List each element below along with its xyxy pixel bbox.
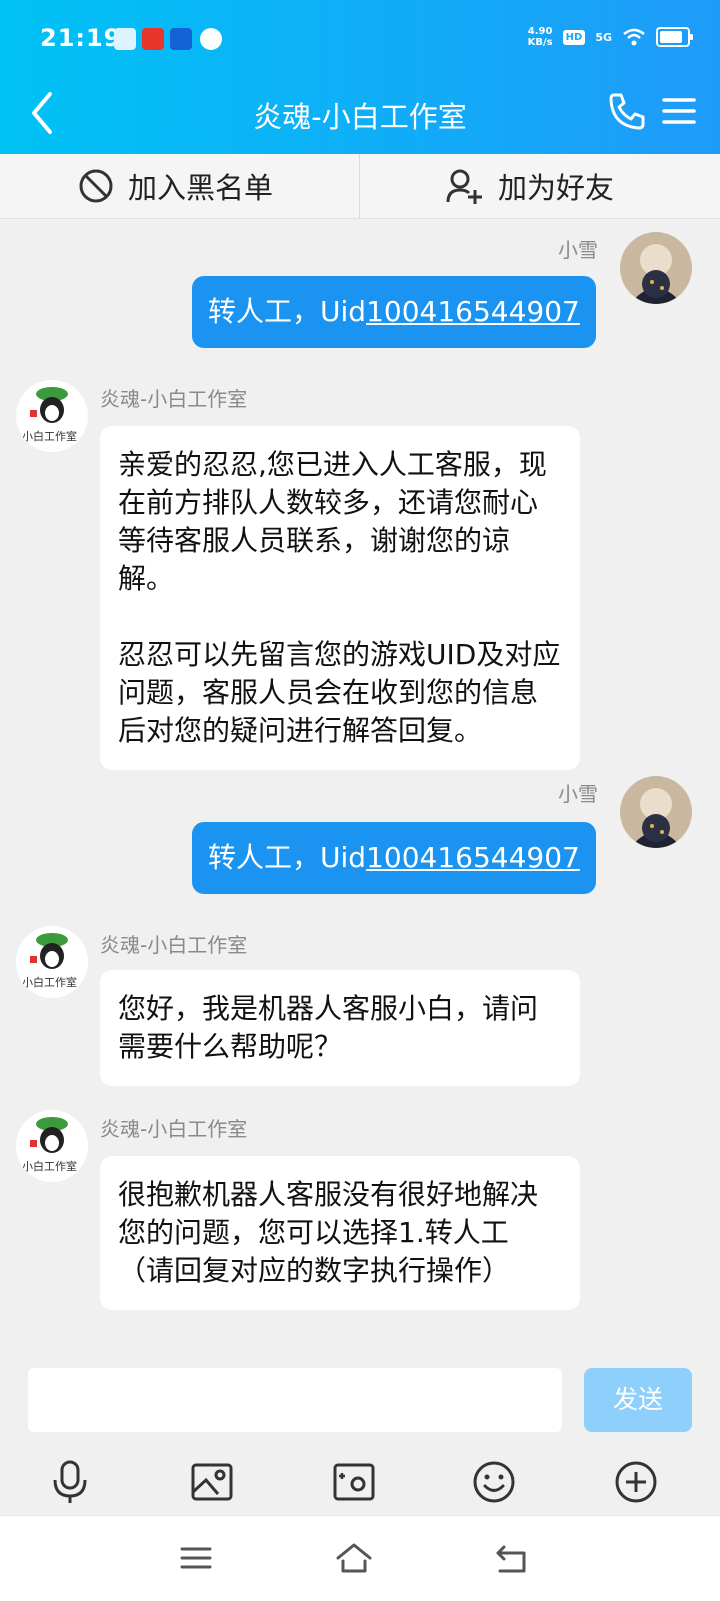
emoji-icon[interactable] [470,1458,518,1506]
message-sender-name: 炎魂-小白工作室 [100,1117,248,1141]
avatar-caption: 小白工作室 [22,1160,77,1173]
notification-icon-app2 [142,28,164,50]
message-text: 转人工，Uid [208,841,367,874]
message-paragraph: 您好，我是机器人客服小白，请问需要什么帮助呢？ [118,992,539,1063]
app-header: 21:19 4.90 KB/s HD 5G 炎魂-小白工作室 [0,0,720,154]
action-divider [359,154,360,218]
notification-icon-chat [200,28,222,50]
add-to-blacklist-button[interactable]: 加入黑名单 [78,154,273,218]
notification-icon-app1 [114,28,136,50]
uid-link[interactable]: 100416544907 [366,841,580,874]
message-paragraph: 忍忍可以先留言您的游戏UID及对应问题，客服人员会在收到您的信息后对您的疑问进行… [118,638,561,747]
avatar-studio[interactable]: 小白工作室 [16,926,88,998]
signal-5g: 5G [595,30,612,44]
add-user-icon [446,169,482,204]
avatar-self[interactable] [620,776,692,848]
nav-bar: 炎魂-小白工作室 [0,78,720,154]
uid-link[interactable]: 100416544907 [366,295,580,328]
battery-icon [656,27,693,47]
action-bar: 加入黑名单 加为好友 [0,154,720,219]
avatar-caption: 小白工作室 [22,976,77,989]
notification-icon-app3 [170,28,192,50]
system-nav-bar [0,1515,720,1601]
message-bubble-studio: 您好，我是机器人客服小白，请问需要什么帮助呢？ [100,970,580,1086]
send-button[interactable]: 发送 [584,1368,692,1432]
message-sender-name: 小雪 [558,238,598,262]
add-friend-label: 加为好友 [498,171,615,205]
status-bar: 21:19 4.90 KB/s HD 5G [0,0,720,78]
camera-icon[interactable] [330,1458,378,1506]
back-icon[interactable] [492,1538,532,1578]
message-sender-name: 炎魂-小白工作室 [100,933,248,957]
message-paragraph: 亲爱的忍忍,您已进入人工客服，现在前方排队人数较多，还请您耐心等待客服人员联系，… [118,448,547,595]
avatar-caption: 小白工作室 [22,430,77,443]
message-paragraph: 很抱歉机器人客服没有很好地解决您的问题，您可以选择1.转人工（请回复对应的数字执… [118,1178,539,1287]
message-bubble-self: 转人工，Uid100416544907 [192,276,596,348]
menu-icon[interactable] [660,92,698,130]
block-icon [79,169,113,203]
image-icon[interactable] [188,1458,236,1506]
message-bubble-studio: 很抱歉机器人客服没有很好地解决您的问题，您可以选择1.转人工（请回复对应的数字执… [100,1156,580,1310]
network-speed: 4.90 KB/s [528,26,553,48]
phone-icon[interactable] [606,90,648,132]
hd-badge: HD [562,29,586,45]
recent-apps-icon[interactable] [176,1538,216,1578]
network-speed-value: 4.90 [527,26,553,37]
avatar-studio[interactable]: 小白工作室 [16,1110,88,1182]
message-bubble-studio: 亲爱的忍忍,您已进入人工客服，现在前方排队人数较多，还请您耐心等待客服人员联系，… [100,426,580,770]
message-bubble-self: 转人工，Uid100416544907 [192,822,596,894]
status-indicators: 4.90 KB/s HD 5G [528,26,693,48]
status-time: 21:19 [40,24,122,52]
wifi-icon [623,28,645,46]
message-sender-name: 炎魂-小白工作室 [100,387,248,411]
message-input[interactable] [28,1368,562,1432]
microphone-icon[interactable] [46,1458,94,1506]
avatar-self[interactable] [620,232,692,304]
message-sender-name: 小雪 [558,782,598,806]
home-icon[interactable] [334,1538,374,1578]
add-to-blacklist-label: 加入黑名单 [128,171,274,205]
network-speed-unit: KB/s [527,37,553,48]
plus-icon[interactable] [612,1458,660,1506]
message-text: 转人工，Uid [208,295,367,328]
avatar-studio[interactable]: 小白工作室 [16,380,88,452]
add-friend-button[interactable]: 加为好友 [446,154,614,218]
